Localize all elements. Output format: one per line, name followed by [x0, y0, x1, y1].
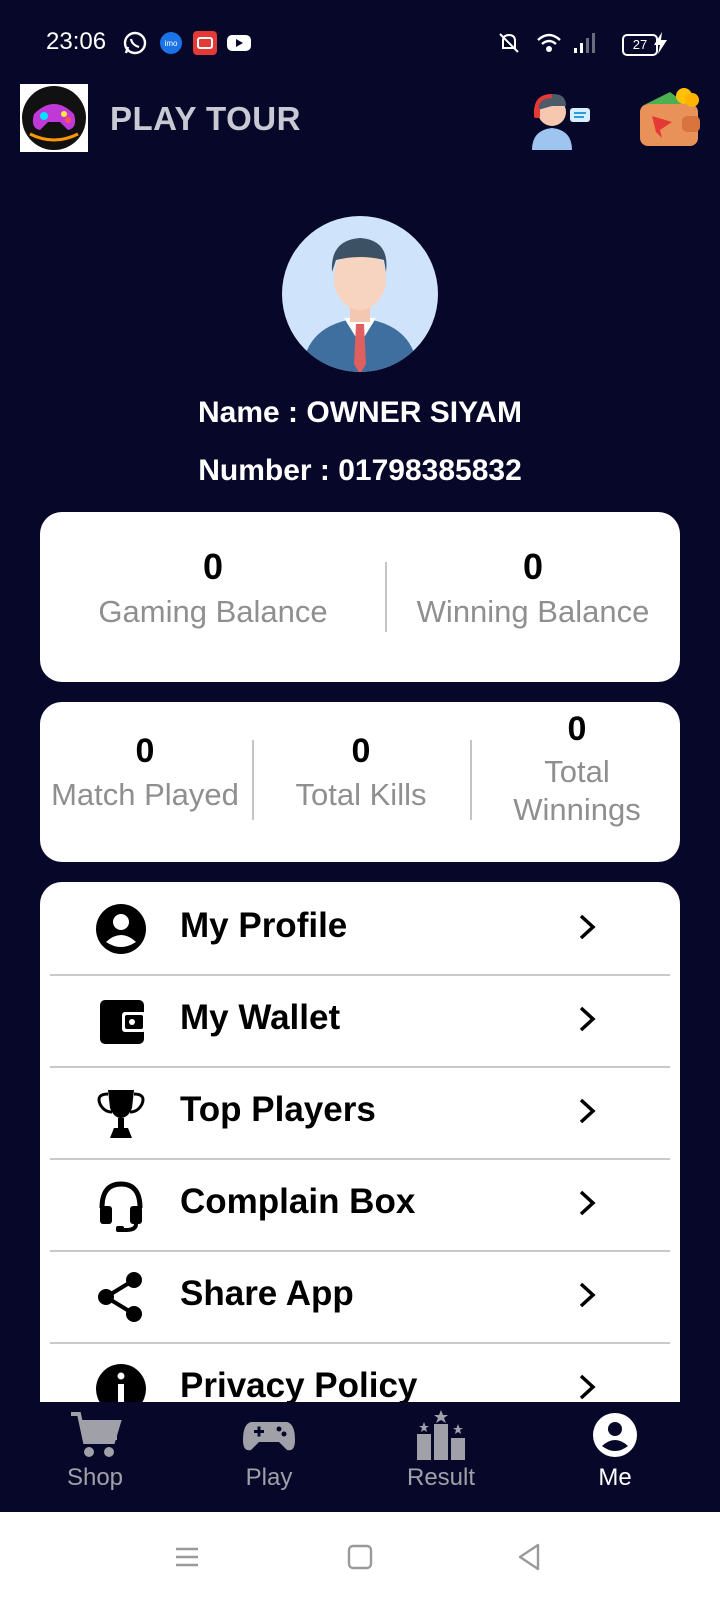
total-winnings-stat: 0 Total Winnings: [502, 710, 652, 829]
cart-icon: [71, 1412, 122, 1457]
gaming-balance-value: 0: [202, 546, 224, 587]
match-played-label: Match Played: [51, 777, 239, 812]
person-icon: [593, 1413, 637, 1457]
total-kills-label: Total Kills: [295, 777, 427, 812]
winning-balance-label: Winning Balance: [416, 594, 650, 629]
menu-icon[interactable]: [170, 1540, 204, 1574]
total-kills-value: 0: [351, 732, 371, 770]
winning-balance: 0 Winning Balance: [386, 546, 680, 630]
winning-balance-value: 0: [522, 546, 544, 587]
gaming-balance: 0 Gaming Balance: [40, 546, 386, 630]
nav-label: Play: [245, 1464, 293, 1491]
chevron-right-icon: [579, 1374, 596, 1400]
youtube-icon: [227, 35, 251, 51]
podium-icon: [417, 1410, 465, 1460]
status-time: 23:06: [46, 28, 107, 55]
menu-label: Privacy Policy: [180, 1366, 418, 1402]
charging-icon: [654, 32, 667, 54]
mute-icon: [499, 33, 519, 53]
total-winnings-label: Total Winnings: [513, 754, 641, 827]
nav-result[interactable]: Result: [366, 1410, 516, 1510]
match-played-value: 0: [135, 732, 155, 770]
wallet-icon: [100, 1000, 146, 1044]
info-icon: [96, 1364, 146, 1402]
nav-play[interactable]: Play: [194, 1410, 344, 1510]
chevron-right-icon: [579, 1282, 596, 1308]
nav-me[interactable]: Me: [540, 1410, 690, 1510]
menu-label: Top Players: [180, 1090, 376, 1129]
nav-label: Shop: [66, 1464, 124, 1491]
nav-shop[interactable]: Shop: [20, 1410, 170, 1510]
menu-label: My Profile: [180, 906, 348, 945]
menu-item-share-app[interactable]: Share App: [50, 1250, 670, 1344]
app-logo: [20, 84, 88, 152]
system-nav-bar: [0, 1512, 720, 1600]
support-icon[interactable]: [526, 86, 594, 150]
bottom-nav: Shop Play Result Me: [0, 1402, 720, 1512]
home-icon[interactable]: [343, 1540, 377, 1574]
avatar: [280, 214, 440, 374]
match-played-stat: 0 Match Played: [40, 732, 250, 813]
svg-text:imo: imo: [165, 39, 178, 48]
share-icon: [98, 1272, 142, 1322]
signal-icon: [574, 33, 595, 53]
chevron-right-icon: [579, 914, 596, 940]
total-kills-stat: 0 Total Kills: [254, 732, 468, 813]
menu-label: Complain Box: [180, 1182, 416, 1221]
gaming-balance-label: Gaming Balance: [98, 594, 328, 629]
app-title: PLAY TOUR: [110, 100, 301, 137]
stats-card: 0 Match Played 0 Total Kills 0 Total Win…: [40, 702, 680, 862]
nav-label: Result: [406, 1464, 476, 1491]
screen-record-icon: [193, 31, 217, 55]
trophy-icon: [97, 1090, 145, 1138]
menu-item-top-players[interactable]: Top Players: [50, 1066, 670, 1160]
whatsapp-icon: [123, 31, 147, 55]
wifi-icon: [537, 33, 561, 52]
chevron-right-icon: [579, 1098, 596, 1124]
balance-card: 0 Gaming Balance 0 Winning Balance: [40, 512, 680, 682]
wallet-icon[interactable]: [638, 86, 702, 150]
headset-icon: [99, 1181, 143, 1232]
menu-label: Share App: [180, 1274, 354, 1313]
menu-label: My Wallet: [180, 998, 341, 1037]
imo-icon: imo: [160, 32, 182, 54]
stats-divider-2: [470, 740, 472, 820]
total-winnings-value: 0: [567, 710, 587, 748]
gamepad-icon: [243, 1422, 295, 1451]
chevron-right-icon: [579, 1190, 596, 1216]
nav-label: Me: [598, 1464, 632, 1491]
profile-name: Name : OWNER SIYAM: [198, 396, 522, 429]
menu-item-complain-box[interactable]: Complain Box: [50, 1158, 670, 1252]
status-bar: 23:06 imo 27: [0, 0, 720, 80]
menu-item-my-wallet[interactable]: My Wallet: [50, 974, 670, 1068]
profile-number: Number : 01798385832: [198, 454, 522, 487]
account-circle-icon: [96, 904, 146, 954]
menu-card: My Profile My Wallet Top Players Complai…: [40, 882, 680, 1402]
back-icon[interactable]: [512, 1540, 546, 1574]
menu-item-privacy-policy[interactable]: Privacy Policy: [50, 1342, 670, 1402]
menu-item-my-profile[interactable]: My Profile: [50, 882, 670, 976]
chevron-right-icon: [579, 1006, 596, 1032]
